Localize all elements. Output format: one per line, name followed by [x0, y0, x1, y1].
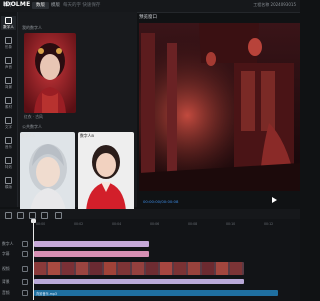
ruler-tick: 00:04: [112, 222, 122, 226]
clip-audio[interactable]: [34, 290, 278, 296]
section-public-digital-humans: 公共数字人: [22, 124, 42, 129]
split-tool-icon[interactable]: [17, 212, 24, 219]
avatar-caption-custom: 红衣 · 古风: [24, 114, 43, 119]
image-icon: [5, 77, 12, 84]
sidebar-item-avatar[interactable]: 形象: [1, 36, 16, 50]
tab-templates[interactable]: 模版: [48, 2, 63, 9]
save-status: 每天的字 快速保存: [63, 3, 101, 8]
video-frame: [132, 262, 144, 275]
lock-icon[interactable]: [22, 251, 28, 257]
avatar-caption-a: 数字人A: [21, 133, 35, 138]
music-icon: [5, 137, 12, 144]
avatar-card-a[interactable]: [20, 132, 75, 211]
ruler-tick: 00:02: [74, 222, 84, 226]
avatar-card-b[interactable]: [78, 132, 134, 211]
person-icon: [5, 17, 12, 24]
sidebar-item-effects[interactable]: 特效: [1, 156, 16, 170]
lock-icon[interactable]: [22, 279, 28, 285]
folder-icon: [5, 97, 12, 104]
playhead-handle[interactable]: [31, 219, 36, 223]
avatar-image-red-costume: [24, 33, 76, 113]
text-icon: [5, 117, 12, 124]
track-label-subtitle: 字幕: [2, 251, 10, 256]
preview-canvas[interactable]: [139, 23, 300, 191]
face-icon: [5, 37, 12, 44]
video-frame: [188, 262, 200, 275]
project-name: 工程名称 2024093015: [253, 2, 296, 7]
ruler-tick: 00:06: [150, 222, 160, 226]
select-tool-icon[interactable]: [5, 212, 12, 219]
lock-icon[interactable]: [22, 241, 28, 247]
sidebar-item-background[interactable]: 背景: [1, 76, 16, 90]
avatar-image-red-suit: [78, 132, 134, 211]
sparkle-icon: [5, 157, 12, 164]
sidebar-item-templates[interactable]: 模版: [1, 176, 16, 190]
video-frame: [76, 262, 88, 275]
sidebar-item-text[interactable]: 文字: [1, 116, 16, 130]
track-label-digital-human: 数字人: [2, 241, 14, 246]
ruler-tick: 00:12: [264, 222, 274, 226]
ruler-tick: 00:00: [36, 222, 46, 226]
avatar-image-silver-hair: [20, 132, 75, 211]
sidebar-item-digital-human[interactable]: 数字人: [1, 16, 16, 30]
track-label-video: 视频: [2, 266, 10, 271]
ruler-tick: 00:10: [226, 222, 236, 226]
microphone-icon: [5, 57, 12, 64]
video-frame: [34, 262, 46, 275]
avatar-card-custom[interactable]: [24, 33, 76, 113]
panel-title: 数字人: [4, 3, 18, 8]
preview-title: 预览窗口: [139, 15, 157, 20]
ruler-tick: 00:08: [188, 222, 198, 226]
track-label-audio: 音频: [2, 290, 10, 295]
video-frame: [62, 262, 74, 275]
lock-icon[interactable]: [22, 290, 28, 296]
play-button[interactable]: [272, 197, 277, 203]
lock-icon[interactable]: [22, 266, 28, 272]
video-frame: [48, 262, 60, 275]
audio-clip-label: 背景音乐.mp3: [36, 292, 57, 296]
sidebar: 数字人 形象 声音 背景 素材 文字 音乐 特效 模版: [0, 12, 18, 207]
tab-edit[interactable]: 数版: [32, 2, 49, 9]
avatar-caption-b: 数字人B: [80, 133, 94, 138]
redo-icon[interactable]: [41, 212, 48, 219]
preview-scene-image: [139, 23, 300, 191]
sidebar-item-assets[interactable]: 素材: [1, 96, 16, 110]
timecode: 00:00:00/00:00:08: [143, 199, 179, 204]
sidebar-item-voice[interactable]: 声音: [1, 56, 16, 70]
video-frame: [104, 262, 116, 275]
video-frame: [216, 262, 228, 275]
sidebar-item-music[interactable]: 音乐: [1, 136, 16, 150]
video-frame: [90, 262, 102, 275]
video-frame: [202, 262, 214, 275]
video-frame: [118, 262, 130, 275]
section-my-digital-humans: 我的数字人: [22, 25, 42, 30]
grid-icon: [5, 177, 12, 184]
track-label-background: 背景: [2, 279, 10, 284]
clip-digital-human[interactable]: [34, 241, 149, 247]
delete-icon[interactable]: [55, 212, 62, 219]
clip-background[interactable]: [34, 279, 244, 284]
clip-video[interactable]: [34, 262, 244, 275]
clip-subtitle[interactable]: [34, 251, 149, 257]
playhead[interactable]: [33, 219, 34, 300]
video-frame: [146, 262, 158, 275]
video-frame: [230, 262, 242, 275]
undo-icon[interactable]: [29, 212, 36, 219]
video-frame: [160, 262, 172, 275]
video-frame: [174, 262, 186, 275]
